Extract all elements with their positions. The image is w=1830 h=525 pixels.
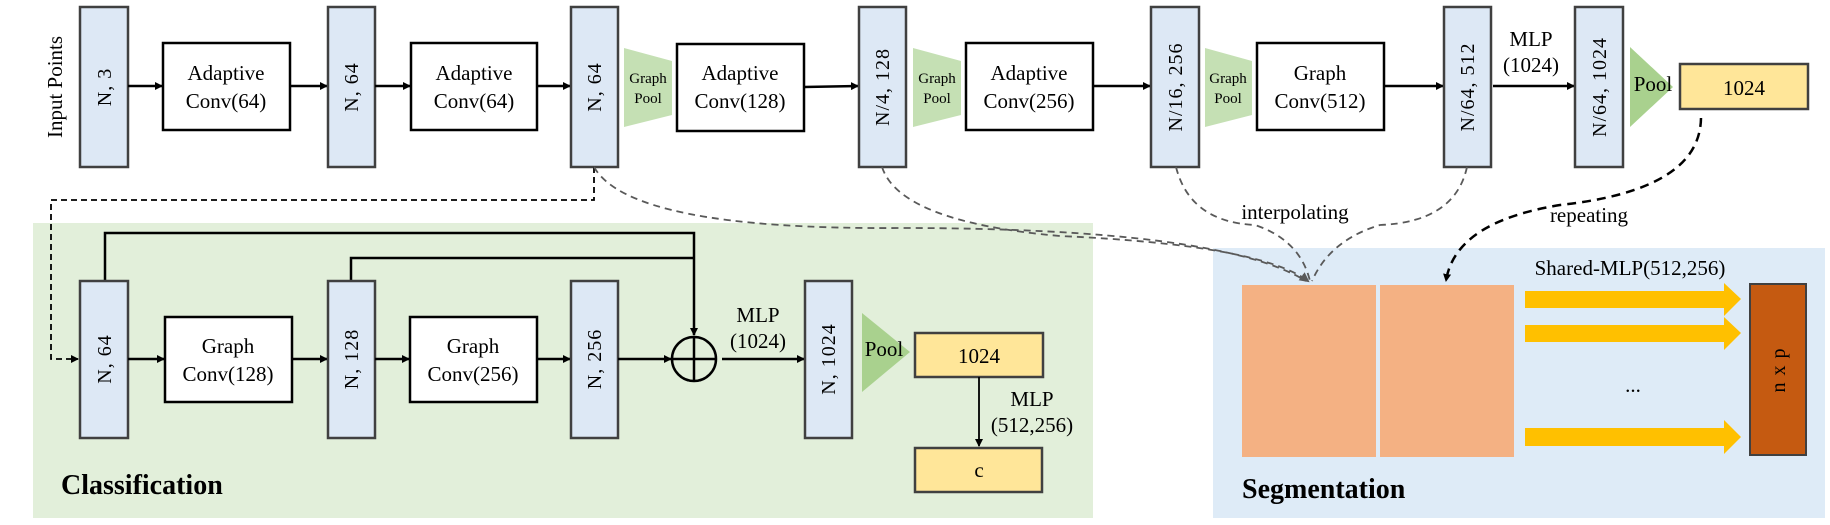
- label-text: MLP: [1509, 27, 1552, 51]
- label-text: Conv(512): [1275, 89, 1366, 113]
- tensor-n-64-a: N, 64: [326, 5, 377, 169]
- top-row: N, 3 Adaptive Conv(64) N, 64 Adaptive Conv…: [78, 5, 1810, 169]
- graph-pool-3: Graph Pool: [1205, 48, 1252, 127]
- tensor-n-64-c: N, 64: [78, 279, 130, 440]
- op-adaptive-conv-128: Adaptive Conv(128): [675, 42, 806, 133]
- tensor-n64-1024: N/64, 1024: [1573, 5, 1625, 169]
- global-feature-1024-c: 1024: [913, 331, 1045, 379]
- segmentation-output: n x p: [1749, 283, 1807, 456]
- label-text: N/64, 512: [1457, 43, 1479, 132]
- network-diagram: Input Points N, 3 Adaptive Conv(64) N, 64…: [33, 5, 1825, 518]
- tensor-n-64-b: N, 64: [569, 5, 620, 169]
- graph-pool-2: Graph Pool: [913, 48, 961, 127]
- label-text: Adaptive: [702, 61, 779, 85]
- tensor-n64-512: N/64, 512: [1442, 5, 1493, 169]
- label-text: c: [974, 458, 983, 482]
- label-text: Pool: [865, 337, 904, 361]
- label-text: Pool: [1214, 91, 1242, 107]
- label-text: (1024): [1503, 53, 1559, 77]
- label-text: N, 64: [341, 62, 363, 111]
- label-text: Graph: [1294, 61, 1347, 85]
- label-text: Graph: [447, 334, 500, 358]
- mlp-1024-label: MLP(1024): [1503, 27, 1559, 77]
- op-adaptive-conv-64-a: Adaptive Conv(64): [161, 41, 292, 132]
- label-text: N, 1024: [818, 323, 840, 394]
- label-text: 1024: [958, 344, 1001, 368]
- op-adaptive-conv-64-b: Adaptive Conv(64): [409, 41, 539, 132]
- segmentation-title: Segmentation: [1242, 474, 1406, 505]
- label-text: Conv(128): [183, 362, 274, 386]
- tensor-n16-256: N/16, 256: [1149, 5, 1201, 169]
- ellipsis: ...: [1625, 373, 1641, 397]
- label-text: MLP: [736, 303, 779, 327]
- tensor-n-256: N, 256: [569, 279, 620, 440]
- label-text: MLP: [1010, 387, 1053, 411]
- tensor-n-3: N, 3: [78, 5, 130, 169]
- pool-1: Pool: [1630, 47, 1673, 127]
- feature-block-2: [1380, 285, 1514, 457]
- input-points-label: Input Points: [43, 36, 67, 138]
- label-text: Conv(64): [434, 89, 515, 113]
- label-text: Pool: [634, 91, 662, 107]
- graph-pool-1: Graph Pool: [624, 48, 672, 127]
- op-graph-conv-256: Graph Conv(256): [408, 315, 539, 404]
- label-text: 1024: [1723, 76, 1766, 100]
- label-text: N/4, 128: [872, 48, 894, 126]
- label-text: Graph: [918, 71, 956, 87]
- interpolating-label: interpolating: [1241, 200, 1349, 224]
- label-text: N/64, 1024: [1589, 37, 1611, 137]
- label-text: N, 256: [584, 329, 606, 389]
- label-text: Conv(256): [984, 89, 1075, 113]
- label-text: Adaptive: [991, 61, 1068, 85]
- label-text: N, 3: [94, 68, 116, 106]
- label-text: N/16, 256: [1165, 43, 1187, 132]
- label-text: N, 64: [584, 62, 606, 111]
- label-text: Conv(256): [428, 362, 519, 386]
- tensor-n-128: N, 128: [326, 279, 377, 440]
- label-text: (512,256): [991, 413, 1073, 437]
- label-text: Graph: [1209, 71, 1247, 87]
- label-text: Conv(128): [695, 89, 786, 113]
- tensor-n-1024: N, 1024: [803, 279, 854, 440]
- label-text: N, 64: [94, 334, 116, 383]
- op-adaptive-conv-256: Adaptive Conv(256): [964, 41, 1095, 132]
- op-graph-conv-128: Graph Conv(128): [163, 315, 294, 404]
- concat-circle-icon: [670, 335, 718, 383]
- label-text: Graph: [629, 71, 667, 87]
- class-output-c: c: [913, 446, 1044, 494]
- global-feature-1024: 1024: [1678, 62, 1810, 111]
- label-text: Pool: [923, 91, 951, 107]
- label-text: Adaptive: [436, 61, 513, 85]
- arrow: [803, 82, 859, 91]
- shared-mlp-label: Shared-MLP(512,256): [1535, 256, 1726, 280]
- repeating-label: repeating: [1550, 203, 1629, 227]
- label-text: Adaptive: [188, 61, 265, 85]
- op-graph-conv-512: Graph Conv(512): [1255, 41, 1386, 132]
- label-text: Pool: [1634, 72, 1673, 96]
- tensor-n4-128: N/4, 128: [857, 5, 908, 169]
- label-text: Graph: [202, 334, 255, 358]
- feature-block-1: [1242, 285, 1376, 457]
- label-text: N, 128: [341, 329, 363, 389]
- classification-title: Classification: [61, 470, 223, 501]
- label-text: n x p: [1768, 348, 1790, 393]
- label-text: Conv(64): [186, 89, 267, 113]
- label-text: (1024): [730, 329, 786, 353]
